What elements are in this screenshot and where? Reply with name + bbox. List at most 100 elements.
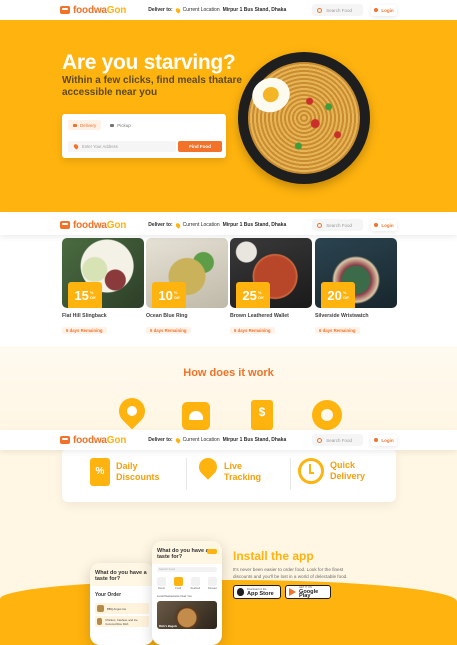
dessert-icon — [207, 577, 217, 586]
offer-name: Ocean Blue Ring — [146, 313, 188, 319]
brand-name: foodwaGon — [73, 434, 127, 446]
remaining-badge: 6 days Remaining — [146, 327, 191, 334]
category-item: Dessert — [207, 577, 217, 590]
order-item: BBQ Angus Ica — [95, 603, 149, 614]
deliver-location[interactable]: Deliver to: Current Location Mirpur 1 Bu… — [148, 436, 287, 444]
search-placeholder: Search Food — [326, 222, 353, 228]
remaining-badge: 6 days Remaining — [315, 327, 360, 334]
donut-icon — [312, 398, 342, 430]
discount-badge: 10% Off — [152, 282, 186, 308]
google-play-button[interactable]: GET IT ON Google Play — [285, 585, 331, 599]
discount-badge: 25% Off — [236, 282, 270, 308]
features-strip: DailyDiscounts LiveTracking QuickDeliver… — [62, 448, 396, 502]
offer-name: Silverside Wristwatch — [315, 313, 369, 319]
location-pin-icon — [174, 221, 181, 229]
food-thumbnail — [97, 618, 103, 625]
order-item: Chicken, Cashew, and Ice Coconut Rice Di… — [95, 616, 149, 627]
location-value: Mirpur 1 Bus Stand, Dhaka — [222, 7, 287, 13]
location-value: Mirpur 1 Bus Stand, Dhaka — [222, 437, 287, 443]
phone-button — [207, 549, 217, 554]
search-icon — [317, 437, 323, 443]
soup-image: 25% Off — [230, 238, 312, 308]
deliver-label: Deliver to: — [148, 222, 173, 228]
search-input[interactable]: Search Food — [312, 434, 363, 446]
brand-logo[interactable]: foodwaGon — [60, 220, 126, 231]
how-it-works-section — [0, 346, 457, 436]
offer-card[interactable]: 10% Off Ocean Blue Ring 6 days Remaining — [146, 238, 228, 337]
order-bell-icon — [182, 398, 210, 430]
delivery-truck-icon — [60, 436, 70, 444]
search-input[interactable]: Search Food — [312, 219, 363, 231]
clock-icon — [298, 458, 324, 484]
install-app-description: It's never been easier to order food. Lo… — [233, 567, 348, 579]
pasta-image: 10% Off — [146, 238, 228, 308]
how-it-works-title: How does it work — [183, 367, 274, 379]
offer-name: Brown Leathered Wallet — [230, 313, 289, 319]
address-input[interactable]: Enter Your Address — [68, 141, 176, 152]
feature-line2: Tracking — [224, 472, 262, 482]
user-icon — [374, 438, 379, 442]
offer-card[interactable]: 20% Off Silverside Wristwatch 6 days Rema… — [315, 238, 397, 337]
discount-badge: 15% Off — [68, 282, 102, 308]
feature-quick-delivery: Quick Delivery — [298, 458, 365, 484]
feature-line1: Daily — [116, 461, 138, 471]
tab-pickup-label: Pickup — [117, 122, 131, 128]
deliver-label: Deliver to: — [148, 7, 173, 13]
brand-name: foodwaGon — [73, 4, 127, 16]
feature-line1: Quick — [330, 460, 356, 470]
category-item: Food — [173, 577, 183, 590]
feature-live-tracking: Live Tracking — [198, 458, 261, 486]
category-item: Donut — [157, 577, 166, 590]
brand-logo[interactable]: foodwaGon — [60, 5, 126, 16]
feature-line1: Live — [224, 461, 243, 471]
login-label: Login — [381, 222, 394, 228]
find-food-button[interactable]: Find Food — [178, 141, 222, 152]
login-button[interactable]: Login — [370, 219, 397, 231]
login-label: Login — [381, 7, 394, 13]
remaining-badge: 6 days Remaining — [230, 327, 275, 334]
login-button[interactable]: Login — [370, 4, 397, 16]
search-icon — [317, 222, 323, 228]
deliver-location[interactable]: Deliver to: Current Location Mirpur 1 Bu… — [148, 221, 287, 229]
hero-title: Are you starving? — [62, 51, 236, 74]
search-placeholder: Search Food — [326, 437, 353, 443]
remaining-badge: 6 days Remaining — [62, 327, 107, 334]
your-order-title: Your Order — [95, 592, 122, 598]
tab-delivery-label: Delivery — [80, 122, 97, 128]
phone-food-image: Rick's Bagels — [157, 601, 217, 629]
tab-delivery[interactable]: Delivery — [68, 120, 102, 130]
hero-subtitle: Within a few clicks, find meals thatare … — [62, 75, 242, 98]
feature-line2: Discounts — [116, 472, 160, 482]
delivery-truck-icon — [60, 221, 70, 229]
deliver-label: Deliver to: — [148, 437, 173, 443]
location-value: Mirpur 1 Bus Stand, Dhaka — [222, 222, 287, 228]
phone-categories: Donut Food Seafood Dessert — [152, 575, 222, 592]
top-header: foodwaGon Deliver to: Current Location M… — [0, 0, 457, 20]
motorbike-icon — [73, 123, 77, 127]
deliver-location[interactable]: Deliver to: Current Location Mirpur 1 Bu… — [148, 6, 287, 14]
login-button[interactable]: Login — [370, 434, 397, 446]
phone-mockup-home: What do you have a taste for? Search Foo… — [152, 541, 222, 645]
sticky-header: foodwaGon Deliver to: Current Location M… — [0, 215, 457, 235]
app-store-button[interactable]: Download on the App Store — [233, 585, 281, 599]
offer-card[interactable]: 25% Off Brown Leathered Wallet 6 days Rem… — [230, 238, 312, 337]
seafood-icon — [190, 577, 200, 586]
hero-section: Are you starving? Within a few clicks, f… — [0, 20, 457, 212]
search-placeholder: Search Food — [326, 7, 353, 13]
phone-headline: What do you have a taste for? — [152, 541, 222, 564]
bag-icon — [110, 123, 115, 127]
location-pin-icon — [174, 436, 181, 444]
location-icon — [113, 392, 151, 430]
login-label: Login — [381, 437, 394, 443]
food-icon — [173, 577, 183, 586]
receipt-icon — [248, 398, 276, 430]
category-item: Seafood — [190, 577, 200, 590]
tab-pickup[interactable]: Pickup — [105, 120, 136, 130]
find-food-card: Delivery Pickup Enter Your Address Find … — [62, 114, 226, 158]
brand-logo[interactable]: foodwaGon — [60, 435, 126, 446]
divider — [290, 458, 291, 490]
discount-badge: 20% Off — [321, 282, 355, 308]
offer-card[interactable]: 15% Off Flat Hill Slingback 6 days Remain… — [62, 238, 144, 337]
search-input[interactable]: Search Food — [312, 4, 363, 16]
phone-headline: What do you have a taste for? — [90, 563, 154, 586]
